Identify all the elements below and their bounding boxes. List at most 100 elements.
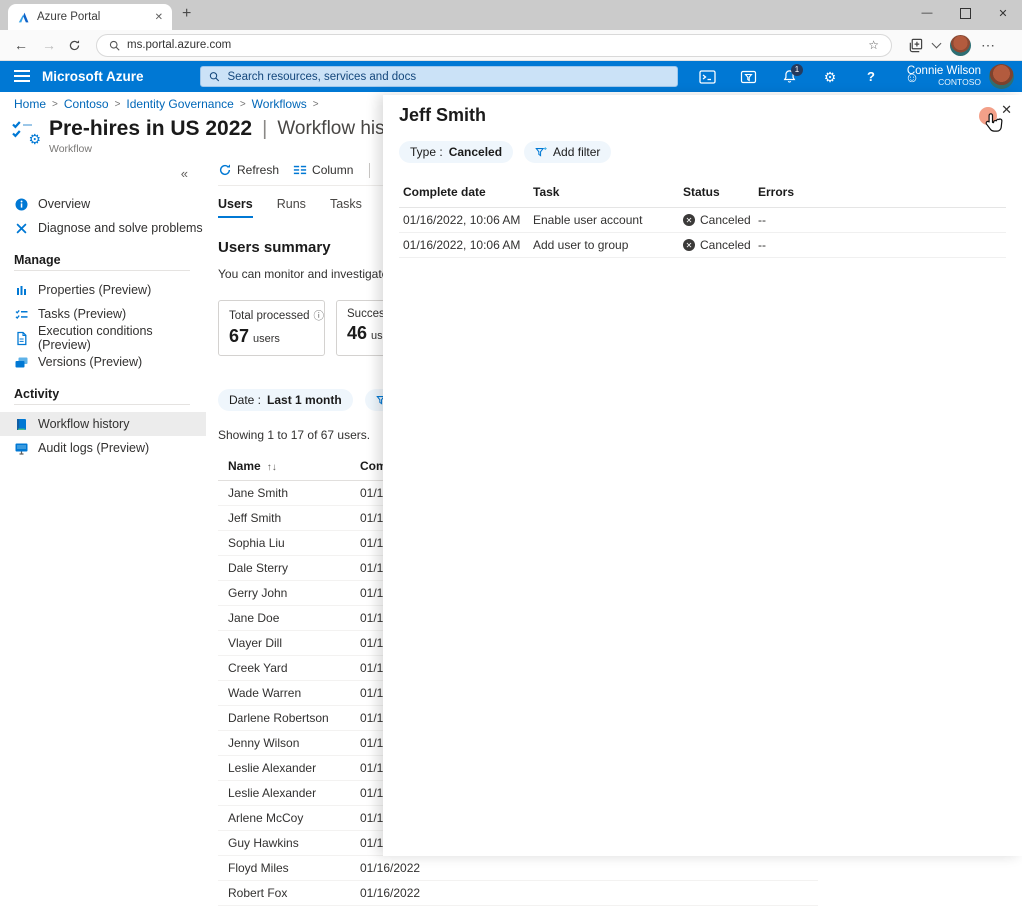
- chevron-down-icon[interactable]: [932, 39, 942, 49]
- browser-refresh-button[interactable]: [68, 39, 86, 52]
- help-icon[interactable]: ?: [862, 68, 880, 86]
- user-name-cell[interactable]: Leslie Alexander: [228, 761, 360, 775]
- monitor-icon: [14, 441, 29, 456]
- browser-menu-icon[interactable]: ⋯: [981, 37, 995, 54]
- task-row[interactable]: 01/16/2022, 10:06 AM Enable user account…: [399, 208, 1006, 233]
- column-header-status[interactable]: Status: [683, 185, 758, 199]
- sidebar-collapse-button[interactable]: «: [181, 166, 188, 181]
- breadcrumb-separator: >: [313, 99, 319, 110]
- info-icon[interactable]: ⓘ: [314, 308, 325, 323]
- url-bar[interactable]: ms.portal.azure.com ☆: [96, 34, 892, 57]
- settings-gear-icon[interactable]: ⚙: [821, 68, 839, 86]
- user-name-cell[interactable]: Wade Warren: [228, 686, 360, 700]
- user-org: CONTOSO: [907, 78, 981, 88]
- errors-cell: --: [758, 213, 1006, 227]
- user-name-cell[interactable]: Jenny Wilson: [228, 736, 360, 750]
- type-filter-pill[interactable]: Type : Canceled: [399, 141, 513, 163]
- tab-users[interactable]: Users: [218, 197, 253, 218]
- tab-runs[interactable]: Runs: [277, 197, 306, 218]
- user-name-cell[interactable]: Darlene Robertson: [228, 711, 360, 725]
- sidebar-item-execution-conditions[interactable]: Execution conditions (Preview): [0, 326, 206, 350]
- directory-filter-icon[interactable]: [739, 68, 757, 86]
- panel-filter-bar: Type : Canceled Add filter: [399, 141, 1006, 163]
- sidebar-item-audit-logs[interactable]: Audit logs (Preview): [0, 436, 206, 460]
- bars-icon: [14, 283, 29, 298]
- breadcrumb-link-workflows[interactable]: Workflows: [252, 97, 307, 111]
- sidebar-item-workflow-history[interactable]: Workflow history: [0, 412, 206, 436]
- user-name-cell[interactable]: Jane Doe: [228, 611, 360, 625]
- troubleshoot-icon: [14, 221, 29, 236]
- table-row[interactable]: Robert Fox 01/16/2022: [218, 881, 818, 906]
- forward-button[interactable]: →: [40, 37, 58, 53]
- sidebar-item-diagnose[interactable]: Diagnose and solve problems: [0, 216, 206, 240]
- sort-icon[interactable]: ↑↓: [267, 462, 277, 473]
- user-name-cell[interactable]: Robert Fox: [228, 886, 360, 900]
- azure-header: Microsoft Azure 1 ⚙ ? ☺ Connie Wilson CO…: [0, 61, 1022, 92]
- column-header-complete-date[interactable]: Complete date: [403, 185, 533, 199]
- azure-search-box[interactable]: [200, 66, 678, 87]
- breadcrumb-link-contoso[interactable]: Contoso: [64, 97, 109, 111]
- task-row[interactable]: 01/16/2022, 10:06 AM Add user to group ✕…: [399, 233, 1006, 258]
- panel-title: Jeff Smith: [399, 105, 1006, 126]
- favorite-star-icon[interactable]: ☆: [868, 38, 879, 52]
- user-name-cell[interactable]: Vlayer Dill: [228, 636, 360, 650]
- hamburger-menu-icon[interactable]: [14, 75, 30, 77]
- browser-tab[interactable]: Azure Portal ✕: [8, 4, 172, 30]
- sidebar-item-tasks[interactable]: Tasks (Preview): [0, 302, 206, 326]
- sidebar-section-manage: Manage: [14, 253, 206, 267]
- user-name-cell[interactable]: Gerry John: [228, 586, 360, 600]
- new-tab-button[interactable]: +: [182, 5, 191, 23]
- sidebar: « Overview Diagnose and solve problems M…: [0, 160, 206, 856]
- azure-search-input[interactable]: [226, 70, 669, 84]
- sidebar-item-overview[interactable]: Overview: [0, 192, 206, 216]
- column-button[interactable]: Column: [293, 163, 353, 177]
- tab-tasks[interactable]: Tasks: [330, 197, 362, 218]
- sidebar-section-activity: Activity: [14, 387, 206, 401]
- tab-close-icon[interactable]: ✕: [155, 12, 163, 23]
- user-name-cell[interactable]: Creek Yard: [228, 661, 360, 675]
- window-close-button[interactable]: ✕: [984, 0, 1022, 26]
- column-header-task[interactable]: Task: [533, 185, 683, 199]
- user-name-cell[interactable]: Jeff Smith: [228, 511, 360, 525]
- task-name-cell: Add user to group: [533, 238, 683, 252]
- collections-icon[interactable]: [908, 38, 923, 53]
- search-icon: [109, 40, 120, 51]
- user-name-cell[interactable]: Guy Hawkins: [228, 836, 360, 850]
- breadcrumb-link-home[interactable]: Home: [14, 97, 46, 111]
- add-filter-icon: [535, 146, 547, 158]
- sidebar-item-properties[interactable]: Properties (Preview): [0, 278, 206, 302]
- errors-cell: --: [758, 238, 1006, 252]
- user-name-cell[interactable]: Arlene McCoy: [228, 811, 360, 825]
- breadcrumb-separator: >: [240, 99, 246, 110]
- history-book-icon: [14, 417, 29, 432]
- window-minimize-button[interactable]: —: [908, 0, 946, 26]
- divider: [369, 163, 370, 178]
- cloud-shell-icon[interactable]: [698, 68, 716, 86]
- refresh-button[interactable]: Refresh: [218, 163, 279, 177]
- user-avatar[interactable]: [989, 64, 1014, 89]
- browser-address-bar: ← → ms.portal.azure.com ☆ ⋯: [0, 30, 1022, 61]
- user-name-cell[interactable]: Dale Sterry: [228, 561, 360, 575]
- tasks-table: Complete date Task Status Errors 01/16/2…: [399, 179, 1006, 258]
- breadcrumb-link-identity-governance[interactable]: Identity Governance: [126, 97, 233, 111]
- canceled-icon: ✕: [683, 239, 695, 251]
- add-filter-pill[interactable]: Add filter: [524, 141, 611, 163]
- user-name-cell[interactable]: Leslie Alexander: [228, 786, 360, 800]
- user-name-cell[interactable]: Sophia Liu: [228, 536, 360, 550]
- azure-brand[interactable]: Microsoft Azure: [42, 69, 144, 84]
- sidebar-item-versions[interactable]: Versions (Preview): [0, 350, 206, 374]
- back-button[interactable]: ←: [12, 37, 30, 53]
- date-filter-pill[interactable]: Date : Last 1 month: [218, 389, 353, 411]
- window-maximize-button[interactable]: [946, 0, 984, 26]
- divider: [14, 270, 190, 271]
- browser-profile-avatar[interactable]: [950, 35, 971, 56]
- account-menu[interactable]: Connie Wilson CONTOSO: [907, 64, 1014, 89]
- user-name-cell[interactable]: Floyd Miles: [228, 861, 360, 875]
- gear-icon: ⚙: [28, 132, 41, 146]
- table-row[interactable]: Floyd Miles 01/16/2022: [218, 856, 818, 881]
- user-name-cell[interactable]: Jane Smith: [228, 486, 360, 500]
- column-header-errors[interactable]: Errors: [758, 185, 1006, 199]
- checklist-icon: [14, 307, 29, 322]
- column-header-name[interactable]: Name↑↓: [228, 459, 360, 473]
- notifications-icon[interactable]: 1: [780, 68, 798, 86]
